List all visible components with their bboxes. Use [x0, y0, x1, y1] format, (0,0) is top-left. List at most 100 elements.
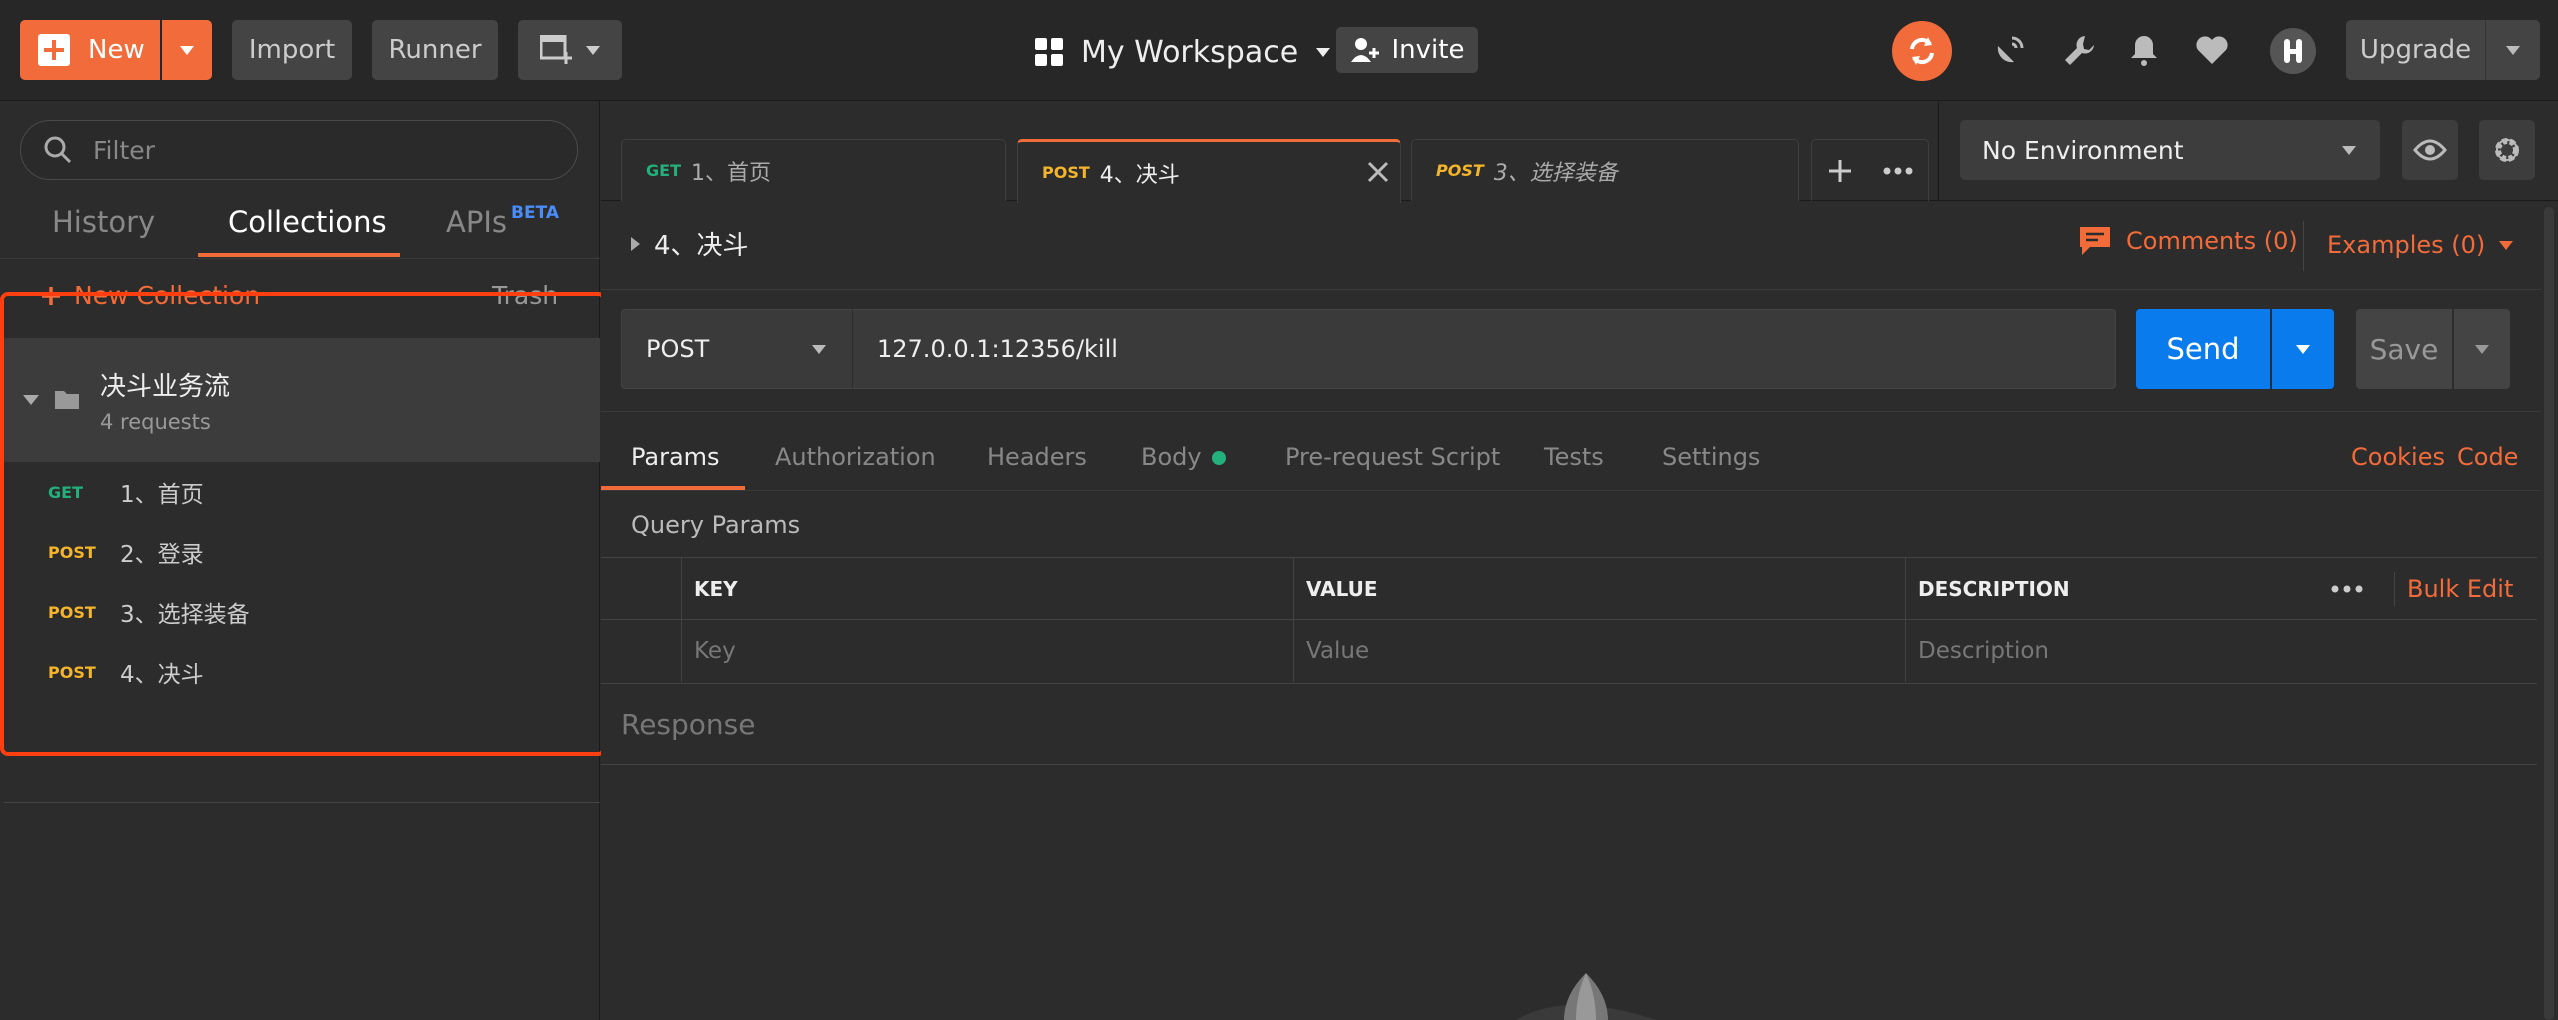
upgrade-label: Upgrade [2346, 20, 2486, 80]
eye-icon [2413, 139, 2447, 161]
tab-apis[interactable]: APIs BETA [446, 203, 560, 239]
request-title[interactable]: 4、决斗 [631, 225, 749, 262]
runner-button[interactable]: Runner [372, 20, 498, 80]
comments-link[interactable]: Comments (0) [2078, 225, 2298, 257]
tab-body[interactable]: Body [1141, 443, 1226, 471]
grid-icon [1035, 38, 1063, 66]
trash-link[interactable]: Trash [492, 281, 558, 310]
sidebar-tabs: History Collections APIs BETA [0, 201, 600, 259]
environment-select[interactable]: No Environment [1960, 120, 2380, 180]
more-options-button[interactable] [2331, 558, 2363, 620]
request-tab[interactable]: GET 1、首页 [621, 139, 1006, 201]
gear-icon [2495, 138, 2519, 162]
filter-input[interactable]: Filter [20, 120, 578, 180]
request-tab-active[interactable]: POST 4、决斗 [1017, 139, 1401, 203]
list-item[interactable]: GET 1、首页 [4, 462, 600, 522]
tab-settings[interactable]: Settings [1662, 443, 1760, 471]
wrench-icon[interactable] [2060, 30, 2100, 70]
key-input[interactable]: Key [681, 620, 1293, 682]
chevron-down-icon [1316, 47, 1331, 57]
collection-header[interactable]: 决斗业务流 4 requests [4, 338, 600, 462]
new-dropdown-button[interactable] [162, 20, 212, 80]
send-button[interactable]: Send [2136, 309, 2270, 389]
cookies-link[interactable]: Cookies [2351, 443, 2445, 471]
request-name: 4、决斗 [120, 662, 204, 688]
chevron-down-icon [2342, 145, 2356, 155]
tab-history[interactable]: History [52, 205, 155, 239]
workspace-label: My Workspace [1081, 34, 1299, 70]
invite-button[interactable]: Invite [1336, 27, 1478, 73]
upgrade-dropdown[interactable] [2486, 45, 2540, 55]
description-input[interactable]: Description [1905, 620, 2537, 682]
query-params-table: KEY VALUE DESCRIPTION Bulk Edit Key Valu… [601, 557, 2537, 683]
active-tab-underline [198, 253, 400, 257]
collapse-triangle-icon[interactable] [22, 394, 40, 406]
new-collection-button[interactable]: New Collection [40, 281, 260, 310]
response-section-title: Response [601, 683, 2537, 765]
add-tab-icon[interactable] [1827, 158, 1853, 184]
chevron-down-icon [2506, 45, 2520, 55]
expand-triangle-icon [631, 236, 640, 251]
method-badge: POST [1436, 161, 1484, 180]
url-input[interactable]: 127.0.0.1:12356/kill [852, 309, 2116, 389]
examples-label: Examples (0) [2327, 231, 2486, 259]
send-dropdown-button[interactable] [2272, 309, 2334, 389]
upgrade-button[interactable]: Upgrade [2346, 20, 2540, 80]
divider [2394, 572, 2395, 606]
top-bar: New Import Runner My Workspace Invite Up… [0, 0, 2558, 101]
tab-collections[interactable]: Collections [228, 205, 387, 239]
import-button[interactable]: Import [232, 20, 352, 80]
sync-button[interactable] [1892, 21, 1952, 81]
satellite-icon[interactable] [1990, 30, 2030, 70]
beta-badge: BETA [511, 203, 560, 223]
folder-icon [55, 391, 79, 409]
filter-placeholder: Filter [93, 135, 155, 165]
bell-icon[interactable] [2124, 30, 2164, 70]
new-window-button[interactable] [518, 20, 622, 80]
method-select[interactable]: POST [621, 309, 853, 389]
value-input[interactable]: Value [1293, 620, 1905, 682]
examples-dropdown[interactable]: Examples (0) [2327, 231, 2514, 259]
list-item[interactable]: POST 2、登录 [4, 522, 600, 582]
workspace-selector[interactable]: My Workspace [1035, 30, 1331, 74]
plus-icon [38, 34, 70, 66]
heart-icon[interactable] [2192, 30, 2232, 70]
list-item[interactable]: POST 3、选择装备 [4, 582, 600, 642]
tab-pre-request-script[interactable]: Pre-request Script [1285, 443, 1500, 471]
new-button-label: New [88, 35, 145, 65]
request-name: 1、首页 [120, 482, 204, 508]
method-badge: POST [1042, 163, 1090, 182]
manage-environments-button[interactable] [2479, 120, 2535, 180]
table-row: Key Value Description [601, 619, 2537, 682]
request-tab-name: 4、决斗 [1099, 162, 1180, 188]
comments-label: Comments (0) [2126, 227, 2298, 255]
chevron-down-icon [2499, 240, 2514, 250]
save-dropdown-button[interactable] [2454, 309, 2510, 389]
avatar[interactable] [2270, 28, 2316, 74]
scrollbar[interactable] [2544, 207, 2554, 1020]
chevron-down-icon [2475, 344, 2489, 354]
tab-tests[interactable]: Tests [1544, 443, 1604, 471]
code-link[interactable]: Code [2457, 443, 2518, 471]
sidebar: Filter History Collections APIs BETA New … [0, 101, 600, 1020]
add-user-icon [1350, 38, 1379, 62]
tab-params[interactable]: Params [631, 443, 720, 471]
request-tab[interactable]: POST 3、选择装备 [1411, 139, 1799, 201]
chevron-down-icon [586, 45, 600, 55]
main-panel: GET 1、首页 POST 4、决斗 POST 3、选择装备 No Enviro… [601, 101, 2558, 1020]
new-button[interactable]: New [20, 20, 160, 80]
list-item[interactable]: POST 4、决斗 [4, 642, 600, 702]
save-button[interactable]: Save [2356, 309, 2452, 389]
close-icon[interactable] [1366, 160, 1390, 184]
bulk-edit-link[interactable]: Bulk Edit [2407, 558, 2513, 620]
body-indicator-dot [1211, 451, 1226, 465]
divider [2303, 221, 2304, 271]
tab-authorization[interactable]: Authorization [775, 443, 936, 471]
tab-actions [1811, 139, 1929, 201]
more-icon[interactable] [1883, 167, 1913, 175]
environment-quick-look-button[interactable] [2402, 120, 2458, 180]
plus-icon [42, 286, 60, 305]
tab-headers[interactable]: Headers [987, 443, 1087, 471]
new-window-icon [540, 35, 572, 64]
rocket-illustration [1476, 971, 1696, 1020]
